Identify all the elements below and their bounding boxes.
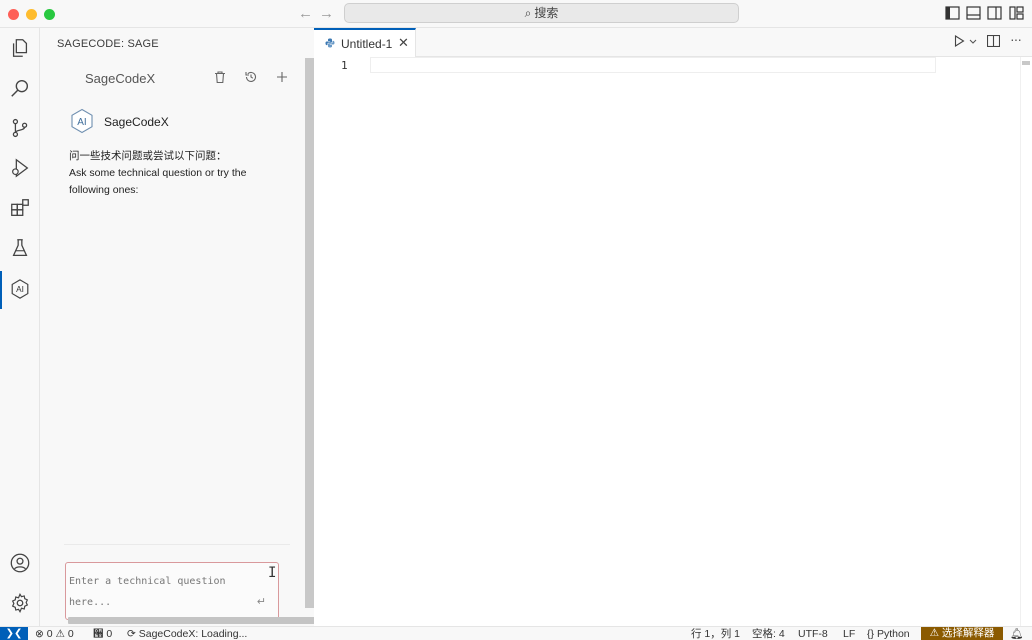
tab-untitled-1[interactable]: Untitled-1 ✕: [314, 28, 416, 58]
chat-header-title: SageCodeX: [85, 71, 156, 86]
problems-status[interactable]: ⊗ 0 ⚠ 0: [35, 628, 74, 640]
prompt-line-zh: 问一些技术问题或尝试以下问题：: [69, 150, 227, 162]
minimize-window-button[interactable]: [26, 9, 37, 20]
customize-layout-icon[interactable]: [1009, 6, 1024, 20]
chat-input-box[interactable]: ↵: [65, 562, 279, 620]
notifications-bell-icon[interactable]: 🔔︎: [1010, 628, 1023, 640]
new-chat-plus-icon[interactable]: [275, 70, 289, 84]
prompt-line-en-1: Ask some technical question or try the: [69, 167, 247, 179]
error-count: 0: [46, 628, 53, 640]
title-bar: ← → ⌕ 搜索: [0, 0, 1032, 28]
activity-bar: AI: [0, 28, 40, 626]
encoding[interactable]: UTF-8: [798, 628, 828, 640]
run-python-file-icon[interactable]: [954, 35, 965, 47]
python-file-icon: [325, 38, 335, 48]
source-control-icon[interactable]: [8, 116, 32, 140]
error-icon: ⊗: [35, 628, 44, 640]
toggle-primary-sidebar-icon[interactable]: [945, 6, 960, 20]
cursor-position[interactable]: 行 1，列 1: [691, 628, 740, 640]
ports-antenna-icon: ੘: [93, 628, 104, 640]
sagecode-ai-icon[interactable]: AI: [8, 277, 32, 301]
chat-question-input[interactable]: [69, 571, 259, 613]
toggle-secondary-sidebar-icon[interactable]: [987, 6, 1002, 20]
sagecodex-agent-icon: AI: [71, 108, 93, 134]
sagecodex-status-text: SageCodeX: Loading...: [138, 628, 248, 640]
trash-icon[interactable]: [213, 70, 227, 84]
warning-icon: ⚠: [929, 627, 939, 639]
end-of-line[interactable]: LF: [843, 628, 855, 640]
braces-icon: {}: [867, 628, 875, 640]
run-and-debug-icon[interactable]: [8, 156, 32, 180]
prompt-line-en-2: following ones:: [69, 184, 139, 196]
agent-icon-label: AI: [77, 117, 86, 128]
sidebar-title: SAGECODE: SAGE: [57, 38, 159, 50]
accounts-icon[interactable]: [8, 551, 32, 575]
testing-flask-icon[interactable]: [8, 236, 32, 260]
active-view-indicator: [0, 271, 2, 309]
sync-icon: ⟳: [127, 628, 136, 640]
text-cursor-icon: I: [268, 565, 277, 581]
ports-status[interactable]: ੘ 0: [93, 628, 112, 640]
back-arrow-icon[interactable]: ←: [298, 5, 313, 22]
run-options-chevron-down-icon[interactable]: [969, 39, 977, 45]
warning-icon: ⚠: [55, 628, 65, 640]
interpreter-label: 选择解释器: [941, 627, 995, 639]
language-mode[interactable]: {} Python: [867, 628, 910, 640]
editor-tabs-bar: Untitled-1 ✕ ···: [314, 28, 1032, 58]
status-bar: ❯❮ ⊗ 0 ⚠ 0 ੘ 0 ⟳ SageCodeX: Loading... 行…: [0, 626, 1032, 640]
scrollbar-cursor-marker: [1022, 61, 1030, 65]
maximize-window-button[interactable]: [44, 9, 55, 20]
sidebar-horizontal-scrollbar[interactable]: [68, 617, 328, 624]
remote-indicator-icon[interactable]: ❯❮: [0, 627, 28, 640]
current-line-highlight: [370, 57, 936, 73]
search-icon[interactable]: [8, 76, 32, 100]
history-icon[interactable]: [244, 70, 258, 84]
manage-gear-icon[interactable]: [8, 591, 32, 615]
enter-key-icon[interactable]: ↵: [257, 595, 266, 608]
close-tab-icon[interactable]: ✕: [398, 35, 409, 51]
close-window-button[interactable]: [8, 9, 19, 20]
sagecodex-status[interactable]: ⟳ SageCodeX: Loading...: [127, 628, 247, 640]
search-icon: ⌕: [524, 6, 532, 20]
code-editor[interactable]: 1: [314, 57, 1032, 626]
tab-label: Untitled-1: [341, 37, 393, 51]
extensions-icon[interactable]: [8, 196, 32, 220]
line-number: 1: [341, 59, 348, 72]
warning-count: 0: [67, 628, 74, 640]
toggle-panel-icon[interactable]: [966, 6, 981, 20]
command-center-search[interactable]: ⌕ 搜索: [344, 3, 739, 23]
language-label: Python: [876, 628, 910, 640]
forward-arrow-icon[interactable]: →: [319, 5, 334, 22]
search-label: 搜索: [534, 6, 559, 20]
sidebar-vertical-scrollbar[interactable]: [305, 58, 314, 608]
split-editor-icon[interactable]: [987, 35, 1000, 47]
svg-text:AI: AI: [16, 285, 24, 294]
agent-name: SageCodeX: [104, 115, 169, 129]
indentation[interactable]: 空格: 4: [752, 628, 785, 640]
sagecode-sidebar: SAGECODE: SAGE SageCodeX AI SageCodeX 问一…: [40, 28, 328, 626]
editor-vertical-scrollbar[interactable]: [1020, 57, 1032, 626]
more-actions-icon[interactable]: ···: [1010, 31, 1022, 47]
explorer-icon[interactable]: [8, 36, 32, 60]
chat-divider: [64, 544, 290, 545]
select-interpreter-button[interactable]: ⚠ 选择解释器: [921, 627, 1003, 640]
ports-count: 0: [106, 628, 113, 640]
